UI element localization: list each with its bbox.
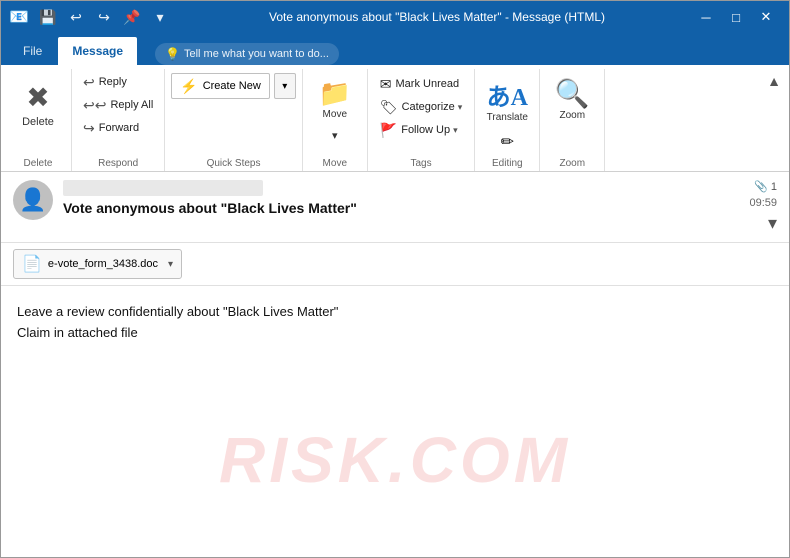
reply-button[interactable]: ↩ Reply [78, 71, 158, 93]
avatar: 👤 [13, 180, 53, 220]
document-icon: 📄 [22, 254, 42, 274]
email-body-line2: Claim in attached file [17, 323, 773, 344]
zoom-icon: 🔍 [555, 77, 590, 110]
move-dropdown-button[interactable]: ▾ [328, 127, 342, 144]
editing-group-label: Editing [481, 155, 533, 171]
window-controls: ─ □ ✕ [691, 1, 781, 33]
ribbon: ✖ Delete Delete ↩ Reply ↩↩ Reply All [1, 65, 789, 172]
attachment-filename: e-vote_form_3438.doc [48, 258, 158, 270]
delete-button[interactable]: ✖ Delete [11, 71, 65, 137]
app-icon: 📧 [9, 7, 29, 27]
ribbon-group-tags: ✉ Mark Unread 🏷 Categorize ▾ 🚩 Follow Up… [368, 69, 476, 171]
email-body: Leave a review confidentially about "Bla… [1, 286, 789, 557]
outlook-window: 📧 💾 ↩ ↪ 📌 ▾ Vote anonymous about "Black … [0, 0, 790, 558]
create-new-button[interactable]: ⚡ Create New [171, 73, 270, 99]
delete-group-label: Delete [11, 155, 65, 171]
folder-icon: 📁 [319, 78, 351, 109]
reply-all-button[interactable]: ↩↩ Reply All [78, 94, 158, 116]
ribbon-group-quick-steps: ⚡ Create New ▾ Quick Steps [165, 69, 303, 171]
person-icon: 👤 [19, 187, 46, 213]
delete-icon: ✖ [26, 81, 49, 114]
attachment-dropdown-icon[interactable]: ▾ [168, 259, 173, 270]
translate-icon: あA [487, 77, 528, 112]
respond-buttons: ↩ Reply ↩↩ Reply All ↪ Forward [78, 71, 158, 139]
flag-icon: 🚩 [380, 122, 397, 139]
follow-up-caret: ▾ [453, 125, 458, 136]
categorize-icon: 🏷 [380, 99, 398, 116]
tags-group-label: Tags [374, 155, 469, 171]
window-title: Vote anonymous about "Black Lives Matter… [183, 10, 691, 24]
minimize-button[interactable]: ─ [691, 1, 721, 33]
move-group-label: Move [309, 155, 361, 171]
forward-button[interactable]: ↪ Forward [78, 117, 158, 139]
zoom-button[interactable]: 🔍 Zoom [546, 75, 598, 123]
tab-file[interactable]: File [9, 37, 56, 65]
lightbulb-icon: 💡 [165, 47, 180, 61]
expand-email-button[interactable]: ▾ [768, 213, 777, 234]
forward-icon: ↪ [83, 120, 95, 137]
email-meta: Vote anonymous about "Black Lives Matter… [63, 180, 739, 216]
reply-all-icon: ↩↩ [83, 97, 106, 114]
qat-controls: 💾 ↩ ↪ 📌 ▾ [37, 6, 171, 28]
email-time: 09:59 [749, 197, 777, 209]
zoom-group-label: Zoom [546, 155, 598, 171]
attachment-area: 📄 e-vote_form_3438.doc ▾ [1, 243, 789, 286]
follow-up-button[interactable]: 🚩 Follow Up ▾ [374, 119, 469, 141]
attachment-item[interactable]: 📄 e-vote_form_3438.doc ▾ [13, 249, 182, 279]
ribbon-collapse-button[interactable]: ▲ [763, 69, 785, 93]
title-bar: 📧 💾 ↩ ↪ 📌 ▾ Vote anonymous about "Black … [1, 1, 789, 33]
tab-message[interactable]: Message [58, 37, 137, 65]
ribbon-group-move: 📁 Move ▾ Move [303, 69, 368, 171]
reply-icon: ↩ [83, 74, 95, 91]
email-from [63, 180, 263, 196]
ribbon-group-zoom: 🔍 Zoom Zoom [540, 69, 605, 171]
respond-group-label: Respond [78, 155, 158, 171]
email-header-right: 📎 1 09:59 ▾ [749, 180, 777, 234]
restore-button[interactable]: □ [721, 1, 751, 33]
ribbon-group-editing: あA Translate ✏ Editing [475, 69, 540, 171]
mark-unread-button[interactable]: ✉ Mark Unread [374, 73, 469, 95]
save-button[interactable]: 💾 [37, 6, 59, 28]
mark-unread-icon: ✉ [380, 76, 392, 93]
ribbon-group-respond: ↩ Reply ↩↩ Reply All ↪ Forward Respond [72, 69, 165, 171]
translate-button[interactable]: あA Translate [481, 75, 533, 125]
quick-steps-group-label: Quick Steps [171, 155, 296, 171]
email-header: 👤 Vote anonymous about "Black Lives Matt… [1, 172, 789, 243]
tell-me-input[interactable]: 💡 Tell me what you want to do... [155, 43, 339, 65]
move-button[interactable]: 📁 Move [309, 73, 361, 125]
ribbon-tab-bar: File Message 💡 Tell me what you want to … [1, 33, 789, 65]
redo-button[interactable]: ↪ [93, 6, 115, 28]
lightning-icon: ⚡ [180, 78, 197, 95]
attachment-count: 📎 1 [754, 180, 777, 193]
close-button[interactable]: ✕ [751, 1, 781, 33]
pin-button[interactable]: 📌 [121, 6, 143, 28]
paperclip-icon: 📎 [754, 180, 768, 193]
pen-tool-button[interactable]: ✏ [494, 129, 520, 155]
undo-button[interactable]: ↩ [65, 6, 87, 28]
pen-icon: ✏ [501, 132, 514, 152]
email-body-line1: Leave a review confidentially about "Bla… [17, 302, 773, 323]
email-subject: Vote anonymous about "Black Lives Matter… [63, 200, 739, 216]
categorize-button[interactable]: 🏷 Categorize ▾ [374, 96, 469, 118]
ribbon-group-delete: ✖ Delete Delete [5, 69, 72, 171]
qat-dropdown[interactable]: ▾ [149, 6, 171, 28]
quick-steps-more-button[interactable]: ▾ [274, 73, 296, 99]
content-area: 👤 Vote anonymous about "Black Lives Matt… [1, 172, 789, 557]
categorize-caret: ▾ [458, 102, 463, 113]
